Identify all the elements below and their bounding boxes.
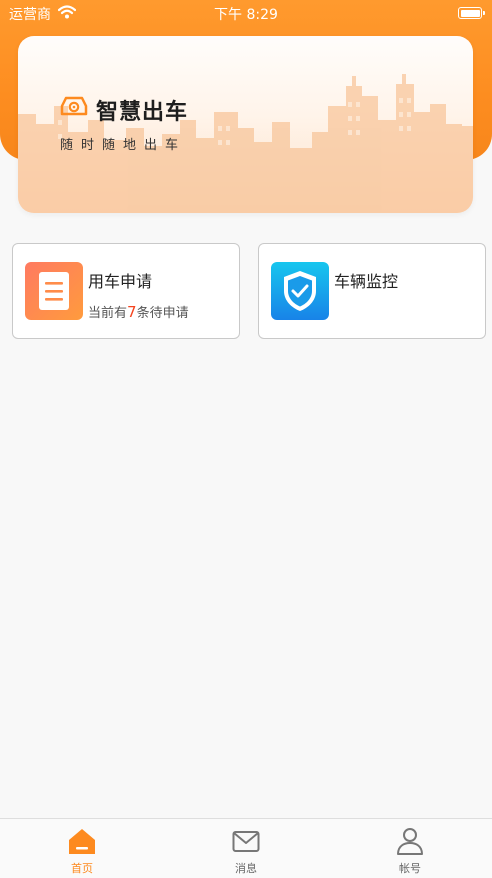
tab-home[interactable]: 首页 [0, 819, 164, 878]
battery-icon [458, 7, 485, 19]
car-logo-icon [60, 96, 88, 116]
vehicle-monitor-title: 车辆监控 [334, 272, 399, 291]
user-icon [397, 828, 423, 855]
pending-requests-text: 当前有7条待申请 [88, 303, 189, 321]
city-skyline-illustration [18, 74, 473, 213]
tab-messages[interactable]: 消息 [164, 819, 328, 878]
tab-account-label: 帐号 [399, 862, 421, 875]
banner[interactable]: 智慧出车 随时随地出车 [18, 36, 473, 213]
banner-title: 智慧出车 [96, 100, 189, 125]
tab-home-label: 首页 [71, 862, 93, 875]
pending-count: 7 [127, 303, 137, 321]
shield-check-icon [271, 262, 329, 320]
vehicle-request-title: 用车申请 [88, 272, 153, 291]
mail-icon [232, 831, 260, 852]
tab-account[interactable]: 帐号 [328, 819, 492, 878]
home-icon [69, 829, 95, 854]
tab-bar: 首页 消息 帐号 [0, 818, 492, 878]
banner-slogan: 随时随地出车 [60, 138, 187, 153]
clock: 下午 8:29 [214, 7, 278, 23]
vehicle-request-card[interactable]: 用车申请 当前有7条待申请 [12, 243, 240, 339]
vehicle-monitor-card[interactable]: 车辆监控 [258, 243, 486, 339]
tab-messages-label: 消息 [235, 862, 257, 875]
status-bar: 运营商 下午 8:29 [0, 0, 492, 26]
document-icon [25, 262, 83, 320]
